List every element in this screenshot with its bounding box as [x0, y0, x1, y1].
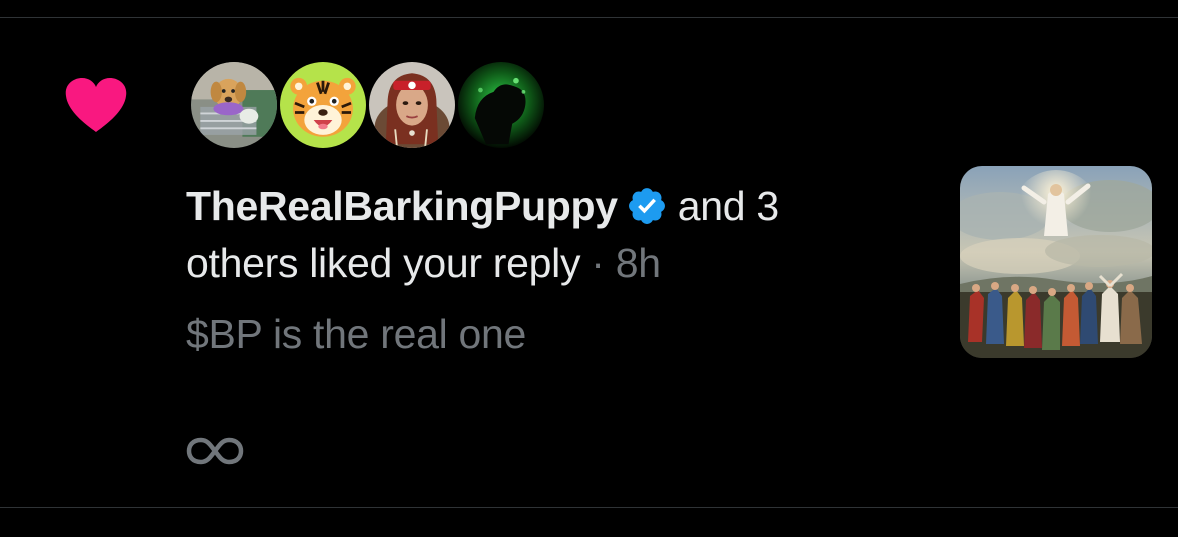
- and-others-count: and 3: [677, 183, 779, 229]
- avatar-puppy[interactable]: [188, 59, 280, 151]
- avatar-green-silhouette[interactable]: [455, 59, 547, 151]
- notification-line-1: TheRealBarkingPuppy and 3: [186, 178, 886, 235]
- reply-preview-text: $BP is the real one: [186, 311, 526, 357]
- timestamp: 8h: [615, 240, 661, 286]
- bottom-divider: [0, 507, 1178, 508]
- notification-line-2: others liked your reply · 8h: [186, 235, 886, 292]
- ascension-painting-thumbnail[interactable]: [960, 166, 1152, 358]
- notification-text: TheRealBarkingPuppy and 3 others liked yo…: [186, 178, 886, 360]
- avatar-woman[interactable]: [366, 59, 458, 151]
- liker-avatars: [188, 59, 558, 155]
- liked-your-reply-text: others liked your reply: [186, 240, 581, 286]
- actor-name-link[interactable]: TheRealBarkingPuppy: [186, 183, 618, 229]
- heart-icon: [65, 78, 127, 132]
- avatar-tiger[interactable]: [277, 59, 369, 151]
- separator-dot: ·: [591, 240, 605, 286]
- verified-badge-icon: [628, 188, 665, 224]
- like-notification[interactable]: TheRealBarkingPuppy and 3 others liked yo…: [0, 0, 1178, 489]
- infinity-icon[interactable]: [186, 434, 244, 468]
